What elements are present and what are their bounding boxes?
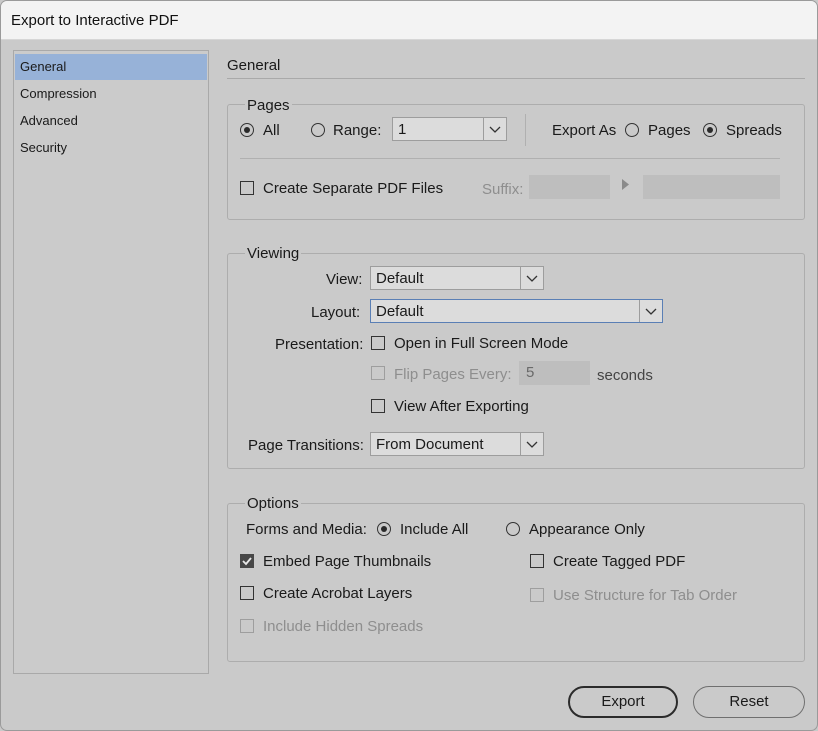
- chevron-down-icon[interactable]: [639, 300, 662, 322]
- chevron-down-icon[interactable]: [520, 433, 543, 455]
- layout-value: Default: [376, 303, 424, 320]
- page-transitions-label: Page Transitions:: [248, 437, 364, 454]
- flip-pages-checkbox[interactable]: [371, 366, 385, 380]
- export-pages-label: Pages: [648, 122, 691, 139]
- embed-thumbnails-label: Embed Page Thumbnails: [263, 553, 432, 570]
- structure-tab-order-label: Use Structure for Tab Order: [553, 587, 737, 604]
- suffix-preview-field: [643, 175, 780, 199]
- export-spreads-radio[interactable]: [703, 123, 717, 137]
- hidden-spreads-checkbox[interactable]: [240, 619, 254, 633]
- sidebar-item-advanced[interactable]: Advanced: [15, 108, 207, 134]
- checkmark-icon: [242, 557, 252, 566]
- range-label: Range:: [333, 122, 382, 139]
- embed-thumbnails-checkbox[interactable]: [240, 554, 254, 568]
- view-after-exporting-checkbox[interactable]: [371, 399, 385, 413]
- create-tagged-pdf-label: Create Tagged PDF: [553, 553, 686, 570]
- all-pages-label: All: [263, 122, 280, 139]
- hidden-spreads-label: Include Hidden Spreads: [263, 618, 424, 635]
- presentation-label: Presentation:: [275, 336, 364, 353]
- range-combo[interactable]: 1: [392, 117, 507, 141]
- separate-pdf-label: Create Separate PDF Files: [263, 180, 444, 197]
- window-title: Export to Interactive PDF: [11, 12, 179, 29]
- layout-label: Layout:: [311, 304, 361, 321]
- options-group-label: Options: [245, 495, 301, 512]
- view-label: View:: [326, 271, 363, 288]
- sidebar: General Compression Advanced Security: [13, 50, 209, 674]
- export-spreads-label: Spreads: [726, 122, 782, 139]
- separate-pdf-checkbox[interactable]: [240, 181, 254, 195]
- range-radio[interactable]: [311, 123, 325, 137]
- view-value: Default: [376, 270, 424, 287]
- all-pages-radio[interactable]: [240, 123, 254, 137]
- section-title: General: [227, 57, 281, 74]
- full-screen-label: Open in Full Screen Mode: [394, 335, 569, 352]
- sidebar-item-label: Advanced: [20, 113, 78, 128]
- suffix-label: Suffix:: [482, 181, 524, 198]
- export-as-label: Export As: [552, 122, 617, 139]
- suffix-field[interactable]: [529, 175, 610, 199]
- page-transitions-value: From Document: [376, 436, 484, 453]
- sidebar-item-general[interactable]: General: [15, 54, 207, 80]
- appearance-only-label: Appearance Only: [529, 521, 645, 538]
- full-screen-checkbox[interactable]: [371, 336, 385, 350]
- view-after-exporting-label: View After Exporting: [394, 398, 529, 415]
- export-button[interactable]: Export: [568, 686, 678, 718]
- page-transitions-combo[interactable]: From Document: [370, 432, 544, 456]
- flip-seconds-field[interactable]: 5: [519, 361, 590, 385]
- flip-pages-label: Flip Pages Every:: [394, 366, 512, 383]
- viewing-group-label: Viewing: [245, 245, 302, 262]
- chevron-down-icon[interactable]: [520, 267, 543, 289]
- include-all-radio[interactable]: [377, 522, 391, 536]
- pages-group-label: Pages: [245, 97, 292, 114]
- sidebar-item-label: General: [20, 59, 67, 74]
- pages-group: [227, 104, 805, 220]
- acrobat-layers-checkbox[interactable]: [240, 586, 254, 600]
- export-pages-radio[interactable]: [625, 123, 639, 137]
- vertical-separator: [525, 114, 526, 146]
- layout-combo[interactable]: Default: [370, 299, 663, 323]
- structure-tab-order-checkbox[interactable]: [530, 588, 544, 602]
- section-divider: [227, 78, 805, 79]
- reset-button[interactable]: Reset: [693, 686, 805, 718]
- view-combo[interactable]: Default: [370, 266, 544, 290]
- include-all-label: Include All: [400, 521, 469, 538]
- sidebar-item-security[interactable]: Security: [15, 135, 207, 161]
- sidebar-item-label: Security: [20, 140, 67, 155]
- sidebar-item-compression[interactable]: Compression: [15, 81, 207, 107]
- acrobat-layers-label: Create Acrobat Layers: [263, 585, 413, 602]
- flip-seconds-value: 5: [526, 364, 535, 381]
- range-value: 1: [398, 121, 407, 138]
- create-tagged-pdf-checkbox[interactable]: [530, 554, 544, 568]
- seconds-label: seconds: [597, 367, 653, 384]
- arrow-right-icon: [622, 179, 629, 190]
- sidebar-item-label: Compression: [20, 86, 97, 101]
- appearance-only-radio[interactable]: [506, 522, 520, 536]
- pages-divider: [240, 158, 780, 159]
- export-dialog: Export to Interactive PDF General Compre…: [0, 0, 818, 731]
- title-bar[interactable]: Export to Interactive PDF: [1, 1, 817, 40]
- forms-media-label: Forms and Media:: [246, 521, 367, 538]
- chevron-down-icon[interactable]: [483, 118, 506, 140]
